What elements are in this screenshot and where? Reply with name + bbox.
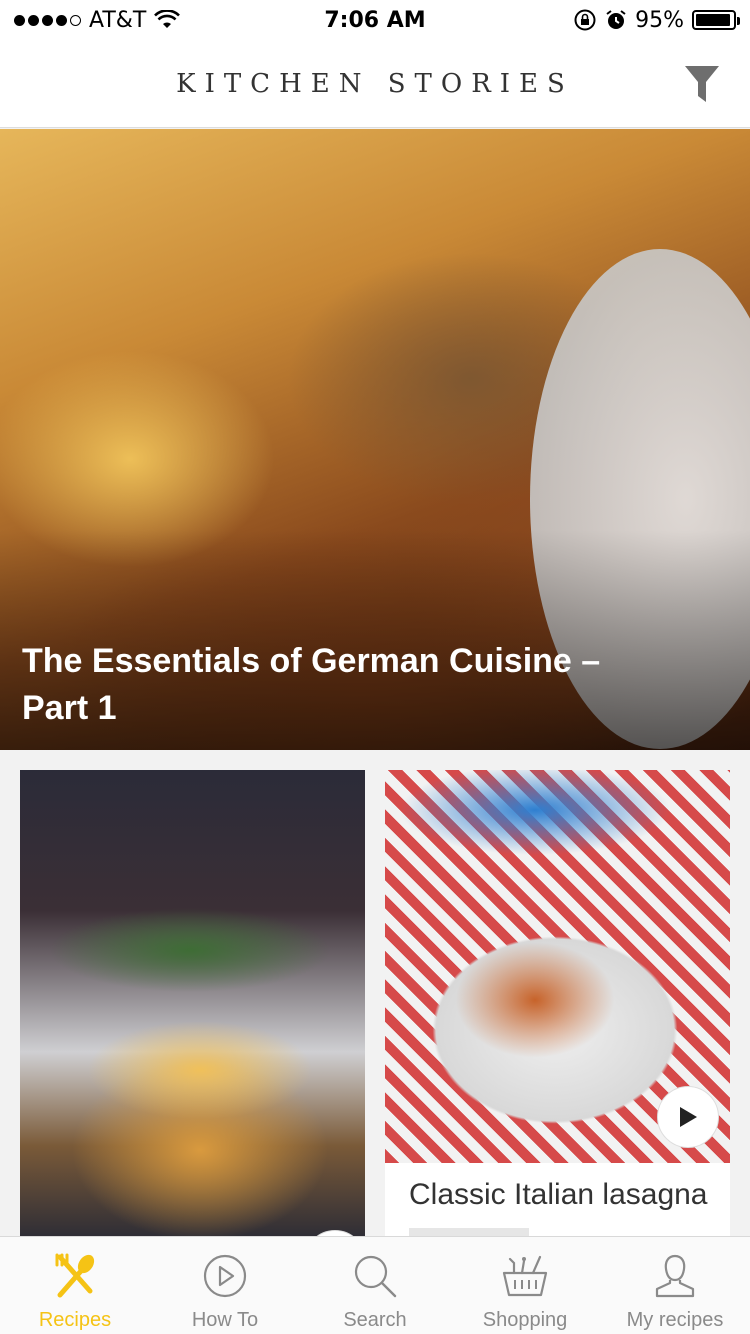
tab-recipes[interactable]: Recipes <box>0 1237 150 1334</box>
play-video-button[interactable] <box>657 1086 719 1148</box>
filter-button[interactable] <box>680 62 724 106</box>
status-bar: AT&T 7:06 AM 95% <box>0 0 750 40</box>
carrier-label: AT&T <box>89 7 147 33</box>
tab-label: My recipes <box>626 1309 724 1331</box>
play-icon <box>680 1107 697 1127</box>
status-left: AT&T <box>14 7 181 33</box>
recipe-card-lasagna[interactable]: Classic Italian lasagna <box>385 770 730 1240</box>
wifi-icon <box>154 10 181 28</box>
play-circle-icon <box>203 1254 247 1298</box>
recipes-icon <box>55 1253 95 1298</box>
tab-bar: Recipes How To Search Shopping My recipe… <box>0 1236 750 1334</box>
tab-label: Search <box>343 1309 407 1331</box>
recipe-image <box>20 770 365 1240</box>
app-title: KITCHEN STORIES <box>176 68 574 99</box>
recipe-title: Classic Italian lasagna <box>409 1178 708 1211</box>
app-header: KITCHEN STORIES <box>0 40 750 128</box>
filter-icon <box>685 66 719 102</box>
battery-percent: 95% <box>635 7 684 33</box>
tab-label: Recipes <box>38 1309 112 1331</box>
tab-shopping[interactable]: Shopping <box>450 1237 600 1334</box>
search-icon <box>354 1255 397 1298</box>
rotation-lock-icon <box>574 9 596 31</box>
basket-icon <box>502 1255 548 1297</box>
battery-fill <box>696 14 731 26</box>
alarm-icon <box>606 10 626 29</box>
signal-strength-icon <box>14 14 81 26</box>
tab-label: How To <box>191 1309 259 1331</box>
status-right: 95% <box>573 7 740 33</box>
person-icon <box>655 1254 695 1298</box>
featured-story[interactable]: The Essentials of German Cuisine – Part … <box>0 129 750 750</box>
tab-how-to[interactable]: How To <box>150 1237 300 1334</box>
recipe-card-pancakes[interactable] <box>20 770 365 1240</box>
tab-my-recipes[interactable]: My recipes <box>600 1237 750 1334</box>
tab-search[interactable]: Search <box>300 1237 450 1334</box>
battery-icon <box>692 10 740 30</box>
tab-label: Shopping <box>482 1309 568 1331</box>
featured-story-title: The Essentials of German Cuisine – Part … <box>22 642 601 727</box>
